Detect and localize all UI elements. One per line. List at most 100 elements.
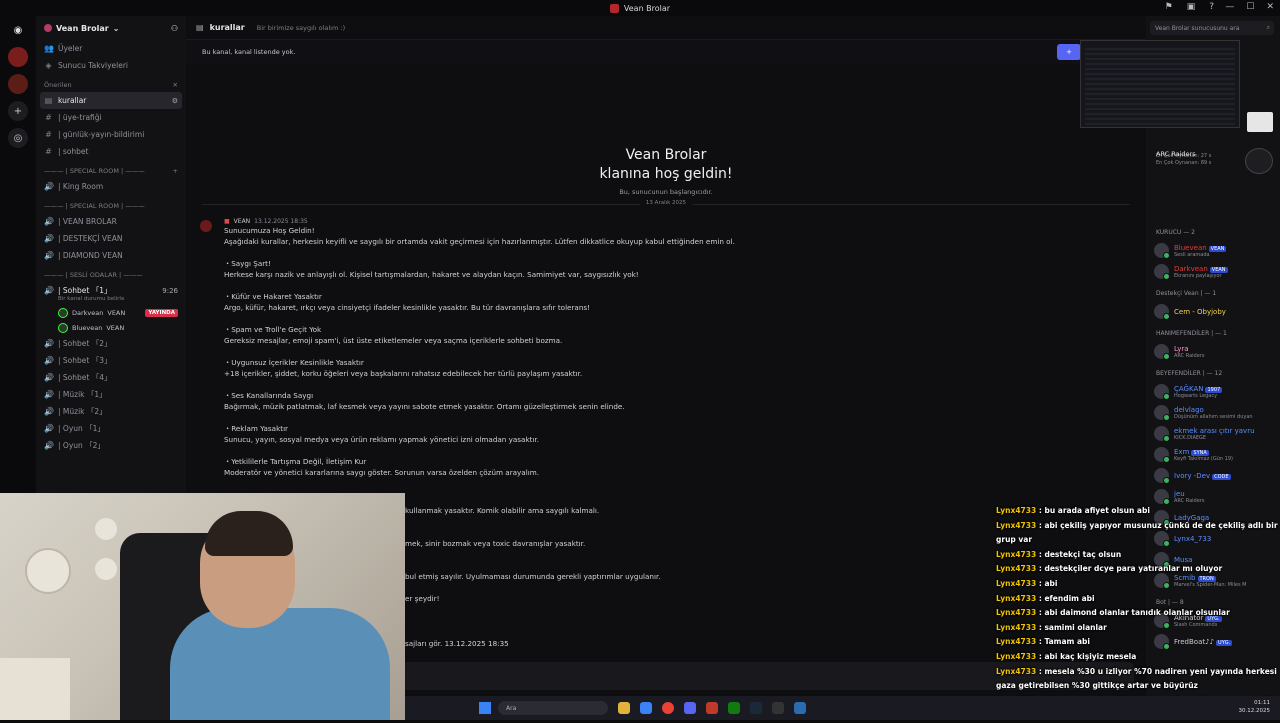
- hash-icon: #: [45, 147, 52, 156]
- stream-chat-line: Lynx4733 : mesela %30 u izliyor %70 nadi…: [996, 665, 1280, 694]
- channel-vean-brolar[interactable]: 🔊 | VEAN BROLAR: [36, 213, 186, 230]
- member-section-header: Destekçi Vean | — 1: [1156, 289, 1217, 297]
- channel-gunluk-yayin[interactable]: # | günlük-yayın-bildirimi: [36, 126, 186, 143]
- chrome-icon[interactable]: [662, 702, 674, 714]
- channel-status[interactable]: Bir kanal durumu belirle: [36, 296, 186, 305]
- recommended-label: Önerilen: [44, 81, 72, 89]
- voice-user[interactable]: Bluevean VEAN: [36, 320, 186, 335]
- channel-oyun-2[interactable]: 🔊 | Oyun 「2」: [36, 437, 186, 454]
- channel-diamond-vean[interactable]: 🔊 | DIAMOND VEAN: [36, 247, 186, 264]
- search-input[interactable]: Vean Brolar sunucusunu ara ⌕: [1150, 21, 1274, 35]
- channel-oyun-1[interactable]: 🔊 | Oyun 「1」: [36, 420, 186, 437]
- add-server-icon[interactable]: +: [8, 101, 28, 121]
- welcome-title-2: klanına hoş geldin!: [599, 166, 733, 182]
- channel-kurallar[interactable]: ▤ kurallar ⚙: [40, 92, 182, 109]
- game-sub: En Çok Oynanan: 89 s: [1156, 160, 1212, 166]
- explore-icon[interactable]: ◎: [8, 128, 28, 148]
- category-special-1[interactable]: ——— | SPECIAL ROOM | ——— +: [36, 164, 186, 178]
- app-icon-2[interactable]: [794, 702, 806, 714]
- members-link[interactable]: 👥 Üyeler: [36, 40, 186, 57]
- channel-destekci-vean[interactable]: 🔊 | DESTEKÇİ VEAN: [36, 230, 186, 247]
- date-divider-text: 13 Aralık 2025: [639, 200, 693, 206]
- close-icon[interactable]: ✕: [173, 81, 178, 89]
- member-status: ARC Raiders: [1174, 497, 1205, 504]
- game-activity-card[interactable]: ARC Raiders En Çok Oynanan: 89 s: [1156, 150, 1211, 168]
- avatar: [1154, 384, 1170, 400]
- member-row[interactable]: ÇAĞKAN 1907 Hogwarts Legacy: [1146, 381, 1280, 402]
- inbox-icon[interactable]: ⚑: [1165, 2, 1173, 12]
- member-row[interactable]: ekmek arası çıtır yavru KICK.DIAEGE: [1146, 423, 1280, 444]
- stream-chat-line: Lynx4733 : destekçiler dcye para yatıran…: [996, 562, 1280, 577]
- channel-settings-icon[interactable]: ⚙: [172, 97, 178, 105]
- member-text: delvlago Düşünüm allahım sesimi duyan: [1174, 406, 1253, 420]
- browser-icon[interactable]: [640, 702, 652, 714]
- discord-taskbar-icon[interactable]: [684, 702, 696, 714]
- avatar: [1154, 468, 1170, 484]
- help-icon[interactable]: ?: [1209, 2, 1214, 12]
- channel-muzik-2[interactable]: 🔊 | Müzik 「2」: [36, 403, 186, 420]
- chat-nick: Lynx4733: [996, 506, 1037, 515]
- member-row[interactable]: Exm SYNA Keyfi Takılmaz (Gün 19): [1146, 444, 1280, 465]
- stream-preview[interactable]: [1080, 40, 1240, 128]
- maximize-button[interactable]: ☐: [1246, 2, 1254, 12]
- message[interactable]: ■ VEAN 13.12.2025 18:35 Sunucumuza Hoş G…: [186, 214, 1146, 478]
- app-icon[interactable]: [706, 702, 718, 714]
- channel-king-room[interactable]: 🔊 | King Room: [36, 178, 186, 195]
- add-member-icon[interactable]: ⚇: [171, 24, 178, 33]
- message-line: [224, 445, 1146, 456]
- message-line: [224, 379, 1146, 390]
- boosts-label: Sunucu Takviyeleri: [58, 61, 129, 70]
- channel-header: ▤ kurallar Bir birimize saygılı olalım :…: [186, 16, 1146, 40]
- member-row[interactable]: Lyra ARC Raiders: [1146, 341, 1280, 362]
- recommended-category[interactable]: Önerilen ✕: [36, 78, 186, 92]
- channel-label: | VEAN BROLAR: [58, 217, 117, 226]
- wall-decor: [25, 548, 71, 594]
- channel-sohbet[interactable]: # | sohbet: [36, 143, 186, 160]
- windows-start-icon[interactable]: [479, 702, 491, 714]
- category-voice[interactable]: ——— | SESLİ ODALAR | ———: [36, 268, 186, 282]
- member-text: Bluevean VEAN Sesli aramada: [1174, 244, 1227, 258]
- member-row[interactable]: Bluevean VEAN Sesli aramada: [1146, 240, 1280, 261]
- category-special-2[interactable]: ——— | SPECIAL ROOM | ———: [36, 199, 186, 213]
- channel-sohbet-3[interactable]: 🔊 | Sohbet 「3」: [36, 352, 186, 369]
- xbox-icon[interactable]: [728, 702, 740, 714]
- stream-chat-overlay: Lynx4733 : bu arada afiyet olsun abi Lynx…: [996, 504, 1280, 720]
- server-header[interactable]: Vean Brolar ⌄ ⚇: [36, 16, 186, 40]
- screen-icon[interactable]: ▣: [1187, 2, 1196, 12]
- channel-topic[interactable]: Bir birimize saygılı olalım :): [257, 24, 345, 32]
- new-button[interactable]: +: [1057, 44, 1081, 60]
- member-row[interactable]: Darkvean VEAN Ekranını paylaşıyor: [1146, 261, 1280, 282]
- server-icon-vean[interactable]: [8, 47, 28, 67]
- boosts-link[interactable]: ◈ Sunucu Takviyeleri: [36, 57, 186, 74]
- message-line: +18 içerikler, şiddet, korku öğeleri vey…: [224, 369, 583, 378]
- role-tag: VEAN: [107, 308, 126, 317]
- server-name: Vean Brolar: [56, 23, 109, 33]
- avatar[interactable]: [200, 220, 212, 232]
- app-logo-icon: [609, 3, 619, 13]
- channel-uye-trafigi[interactable]: # | üye-trafiği: [36, 109, 186, 126]
- member-text: Exm SYNA Keyfi Takılmaz (Gün 19): [1174, 448, 1233, 462]
- member-row[interactable]: delvlago Düşünüm allahım sesimi duyan: [1146, 402, 1280, 423]
- channel-muzik-1[interactable]: 🔊 | Müzik 「1」: [36, 386, 186, 403]
- obs-icon[interactable]: [772, 702, 784, 714]
- member-row[interactable]: Ivory -Dev CODE: [1146, 465, 1280, 486]
- member-row[interactable]: Cem - Obyjoby: [1146, 301, 1280, 322]
- message-line-partial: bul etmiş sayılır. Uyulmaması durumunda …: [405, 572, 661, 581]
- folder-icon[interactable]: [618, 702, 630, 714]
- add-channel-icon[interactable]: +: [173, 167, 178, 175]
- server-icon-2[interactable]: [8, 74, 28, 94]
- author-name[interactable]: ■: [224, 218, 230, 225]
- discord-home-icon[interactable]: ◉: [8, 20, 28, 40]
- clock[interactable]: 01:11 30.12.2025: [1239, 699, 1271, 715]
- taskbar-search[interactable]: Ara: [498, 701, 608, 715]
- message-header: ■ VEAN 13.12.2025 18:35: [224, 218, 1146, 225]
- chat-nick: Lynx4733: [996, 608, 1037, 618]
- arc-raiders-logo-icon: [1245, 148, 1273, 174]
- channel-sohbet-2[interactable]: 🔊 | Sohbet 「2」: [36, 335, 186, 352]
- minimize-button[interactable]: —: [1225, 2, 1234, 12]
- server-badge-icon: [44, 24, 52, 32]
- steam-icon[interactable]: [750, 702, 762, 714]
- voice-user[interactable]: Darkvean VEAN YAYINDA: [36, 305, 186, 320]
- channel-sohbet-4[interactable]: 🔊 | Sohbet 「4」: [36, 369, 186, 386]
- close-button[interactable]: ✕: [1266, 2, 1274, 12]
